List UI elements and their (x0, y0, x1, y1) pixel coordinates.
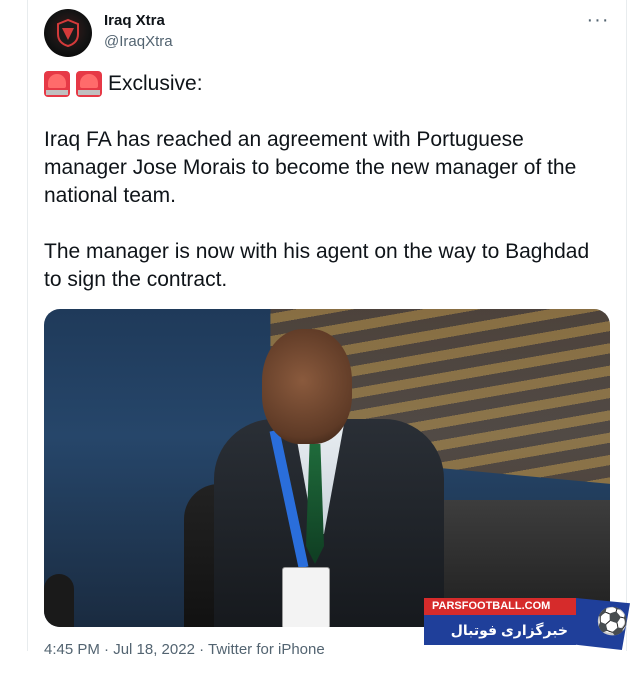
tweet-text: Exclusive: Iraq FA has reached an agreem… (44, 70, 604, 294)
tweet-line-exclusive: Exclusive: (44, 70, 604, 98)
author-name[interactable]: Iraq Xtra (104, 12, 165, 29)
manager-head (262, 329, 352, 444)
rotating-light-icon (76, 71, 102, 97)
accreditation-badge (282, 567, 330, 627)
tweet-photo[interactable] (44, 309, 610, 627)
tweet-timestamp[interactable]: 4:45 PM · Jul 18, 2022 · Twitter for iPh… (44, 641, 325, 658)
tweet-card: Iraq Xtra @IraqXtra ··· Exclusive: Iraq … (27, 0, 627, 658)
tweet-paragraph: The manager is now with his agent on the… (44, 240, 590, 291)
watermark-site: PARSFOOTBALL.COM (424, 598, 576, 615)
tweet-paragraph: Iraq FA has reached an agreement with Po… (44, 128, 577, 207)
background-person (44, 574, 74, 627)
iraq-xtra-logo-icon (57, 18, 79, 48)
avatar[interactable] (44, 9, 92, 57)
more-horizontal-icon[interactable]: ··· (586, 10, 610, 35)
parsfootball-logo-icon: ⚽ (576, 598, 630, 650)
tweet-header: Iraq Xtra @IraqXtra ··· (44, 9, 610, 59)
parsfootball-watermark: PARSFOOTBALL.COM خبرگزاری فوتبال ایران ⚽ (424, 598, 630, 668)
author-handle[interactable]: @IraqXtra (104, 33, 173, 50)
exclusive-label: Exclusive: (108, 72, 203, 95)
rotating-light-icon (44, 71, 70, 97)
watermark-tagline: خبرگزاری فوتبال ایران (424, 615, 576, 668)
